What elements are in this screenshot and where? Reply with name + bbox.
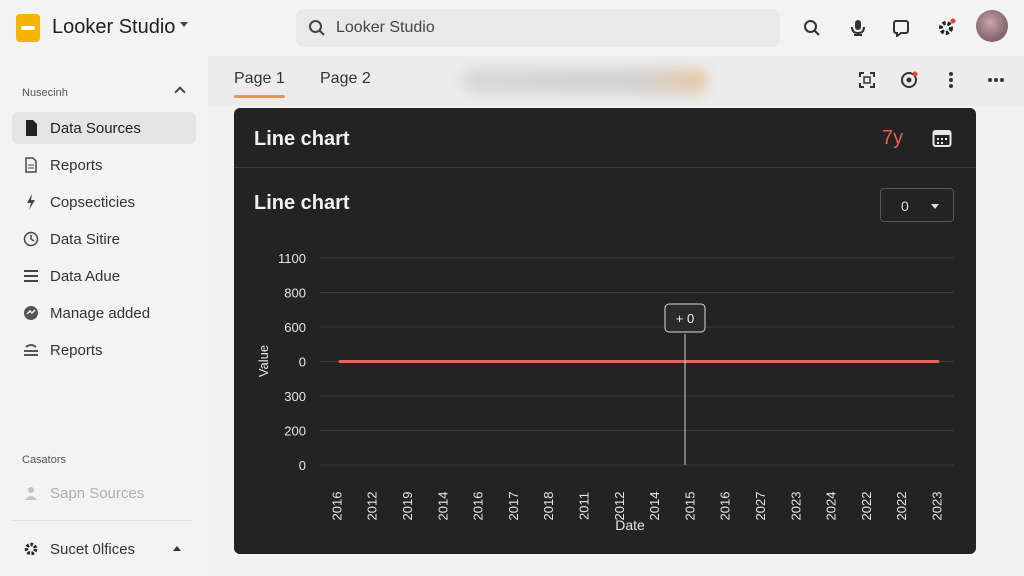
- x-tick-label: 2016: [471, 492, 486, 521]
- x-tick-label: 2018: [541, 492, 556, 521]
- sidebar-divider: [12, 520, 192, 521]
- feedback-icon[interactable]: [886, 12, 918, 44]
- y-tick-label: 300: [284, 389, 306, 404]
- person-icon: [12, 486, 50, 500]
- tooltip-label: + 0: [676, 311, 694, 326]
- list-icon: [12, 269, 50, 283]
- sidebar-item-data-adue[interactable]: Data Adue: [12, 260, 196, 292]
- y-tick-label: 600: [284, 320, 306, 335]
- x-tick-label: 2027: [753, 492, 768, 521]
- search-input[interactable]: Looker Studio: [336, 19, 435, 37]
- more-horiz-icon[interactable]: [984, 68, 1008, 92]
- file-icon: [12, 120, 50, 136]
- y-tick-label: 800: [284, 286, 306, 301]
- sidebar-item-reports-2[interactable]: Reports: [12, 334, 196, 366]
- sidebar-section-label-2: Casators: [22, 454, 67, 466]
- record-icon[interactable]: [897, 68, 921, 92]
- search-button-icon[interactable]: [796, 12, 828, 44]
- sidebar-item-label: Manage added: [50, 304, 151, 322]
- avatar[interactable]: [976, 10, 1008, 42]
- x-tick-label: 2017: [506, 492, 521, 521]
- x-tick-label: 2022: [859, 492, 874, 521]
- sidebar-item-reports[interactable]: Reports: [12, 149, 196, 181]
- sidebar-item-label: Data Sitire: [50, 230, 121, 248]
- y-axis-label: Value: [256, 345, 271, 377]
- microphone-icon[interactable]: [842, 12, 874, 44]
- sidebar-item-data-sitire[interactable]: Data Sitire: [12, 223, 196, 255]
- x-tick-label: 2019: [400, 492, 415, 521]
- y-tick-label: 0: [299, 458, 306, 473]
- sidebar-item-sapn-sources: Sapn Sources: [12, 477, 196, 509]
- clock-icon: [12, 231, 50, 247]
- y-tick-label: 1100: [278, 251, 306, 266]
- tab-page-1[interactable]: Page 1: [234, 70, 285, 88]
- y-tick-label: 0: [299, 355, 306, 370]
- y-tick-label: 200: [284, 424, 306, 439]
- tab-page-2[interactable]: Page 2: [320, 70, 371, 88]
- sidebar-item-label: Sapn Sources: [50, 484, 145, 502]
- chat-icon: [12, 305, 50, 321]
- stack-icon: [12, 343, 50, 357]
- sidebar-item-label: Data Adue: [50, 267, 121, 285]
- x-tick-label: 2015: [682, 492, 697, 521]
- sidebar-item-manage-added[interactable]: Manage added: [12, 297, 196, 329]
- x-axis-label: Date: [615, 517, 645, 533]
- app-title[interactable]: Looker Studio: [52, 16, 175, 39]
- sidebar-item-copsecticies[interactable]: Copsecticies: [12, 186, 196, 218]
- sidebar-section-label: Nusecinh: [22, 87, 68, 99]
- x-tick-label: 2024: [824, 492, 839, 521]
- line-chart[interactable]: 0 200 300 0 600 800 1100 2016 2012 2019 2014 2016 20…: [234, 108, 976, 554]
- chart-card: Line chart 7y Line chart 0 0 200 300 0 600 80…: [234, 108, 976, 554]
- sidebar-item-label: Sucet 0lfices: [50, 540, 136, 558]
- x-tick-label: 2016: [329, 492, 344, 521]
- bolt-icon: [12, 194, 50, 210]
- top-bar: Looker Studio Looker Studio: [0, 0, 1024, 56]
- x-tick-label: 2022: [894, 492, 909, 521]
- x-tick-label: 2014: [647, 492, 662, 521]
- looker-studio-logo-icon[interactable]: [16, 14, 40, 42]
- sidebar-item-label: Reports: [50, 341, 103, 359]
- x-tick-label: 2023: [788, 492, 803, 521]
- sidebar-item-data-sources[interactable]: Data Sources: [12, 112, 196, 144]
- x-tick-label: 2014: [435, 492, 450, 521]
- x-tick-label: 2023: [929, 492, 944, 521]
- screenshot-frame-icon[interactable]: [855, 68, 879, 92]
- more-vert-icon[interactable]: [939, 68, 963, 92]
- x-tick-label: 2011: [576, 492, 591, 520]
- search-icon: [308, 19, 326, 42]
- blurred-toolbar-element: [462, 68, 708, 94]
- gear-icon: [12, 541, 50, 557]
- document-icon: [12, 157, 50, 173]
- sidebar-item-label: Data Sources: [50, 119, 141, 137]
- sidebar-item-sucet-offices[interactable]: Sucet 0lfices: [12, 533, 196, 565]
- sidebar-item-label: Reports: [50, 156, 103, 174]
- x-tick-label: 2012: [365, 492, 380, 521]
- active-tab-indicator: [234, 95, 285, 98]
- x-tick-label: 2016: [718, 492, 733, 521]
- chevron-up-icon[interactable]: [173, 546, 181, 551]
- app-menu-chevron-down-icon[interactable]: [180, 22, 188, 27]
- gear-icon[interactable]: [930, 12, 962, 44]
- search-bar[interactable]: Looker Studio: [296, 9, 780, 47]
- sidebar-item-label: Copsecticies: [50, 193, 136, 211]
